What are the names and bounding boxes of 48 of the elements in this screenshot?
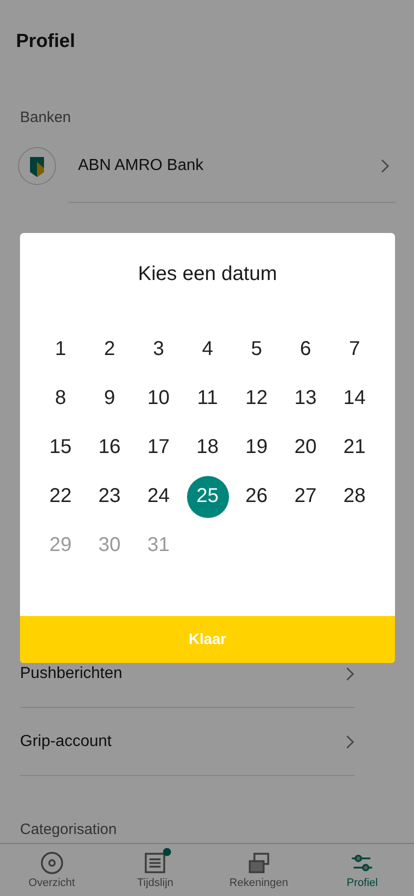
calendar-day[interactable]: 3 (138, 328, 180, 370)
chevron-right-icon (345, 734, 355, 750)
bank-name: ABN AMRO Bank (78, 156, 204, 174)
calendar-day[interactable]: 18 (186, 426, 228, 468)
chevron-right-icon (345, 666, 355, 682)
tab[interactable]: Profiel (310, 844, 414, 896)
calendar-day[interactable]: 8 (40, 378, 82, 420)
calendar-day[interactable]: 24 (138, 476, 180, 518)
calendar-day[interactable]: 26 (236, 476, 278, 518)
calendar-day[interactable]: 21 (334, 426, 376, 468)
section-heading: Categorisation (20, 820, 117, 840)
document-icon (143, 851, 168, 875)
calendar-day[interactable]: 10 (138, 378, 180, 420)
tab[interactable]: Tijdslijn (104, 844, 207, 896)
calendar-day[interactable]: 13 (284, 378, 326, 420)
cards-icon (246, 851, 271, 875)
calendar-day[interactable]: 7 (334, 328, 376, 370)
tab[interactable]: Overzicht (0, 844, 104, 896)
settings-label: Pushberichten (20, 664, 124, 682)
calendar-day[interactable]: 5 (236, 328, 278, 370)
calendar-day[interactable]: 27 (284, 476, 326, 518)
calendar-day[interactable]: 9 (88, 378, 130, 420)
shield-logo-icon (18, 146, 56, 184)
dialog-title: Kies een datum (138, 262, 277, 287)
settings-row[interactable]: Grip-account (20, 708, 355, 776)
target-icon (40, 851, 64, 875)
calendar-day[interactable]: 17 (138, 426, 180, 468)
calendar-day[interactable]: 1 (40, 328, 82, 370)
calendar-day[interactable]: 25 (186, 476, 228, 518)
calendar-day[interactable]: 15 (40, 426, 82, 468)
calendar-day[interactable]: 22 (40, 476, 82, 518)
calendar-day[interactable]: 11 (186, 378, 228, 420)
tab[interactable]: Rekeningen (207, 844, 310, 896)
calendar-day[interactable]: 12 (236, 378, 278, 420)
page-title: Profiel (16, 30, 76, 54)
calendar-day[interactable]: 4 (186, 328, 228, 370)
bank-row[interactable]: ABN AMRO Bank (18, 128, 414, 203)
settings-label: Grip-account (20, 732, 113, 750)
calendar-day[interactable]: 20 (284, 426, 326, 468)
calendar-day[interactable]: 6 (284, 328, 326, 370)
calendar-day[interactable]: 19 (236, 426, 278, 468)
calendar-day[interactable]: 23 (88, 476, 130, 518)
section-heading: Banken (20, 108, 71, 128)
calendar-day[interactable]: 16 (88, 426, 130, 468)
calendar-day[interactable]: 14 (334, 378, 376, 420)
calendar-day[interactable]: 28 (334, 476, 376, 518)
chevron-right-icon (380, 158, 390, 174)
calendar-day[interactable]: 2 (88, 328, 130, 370)
